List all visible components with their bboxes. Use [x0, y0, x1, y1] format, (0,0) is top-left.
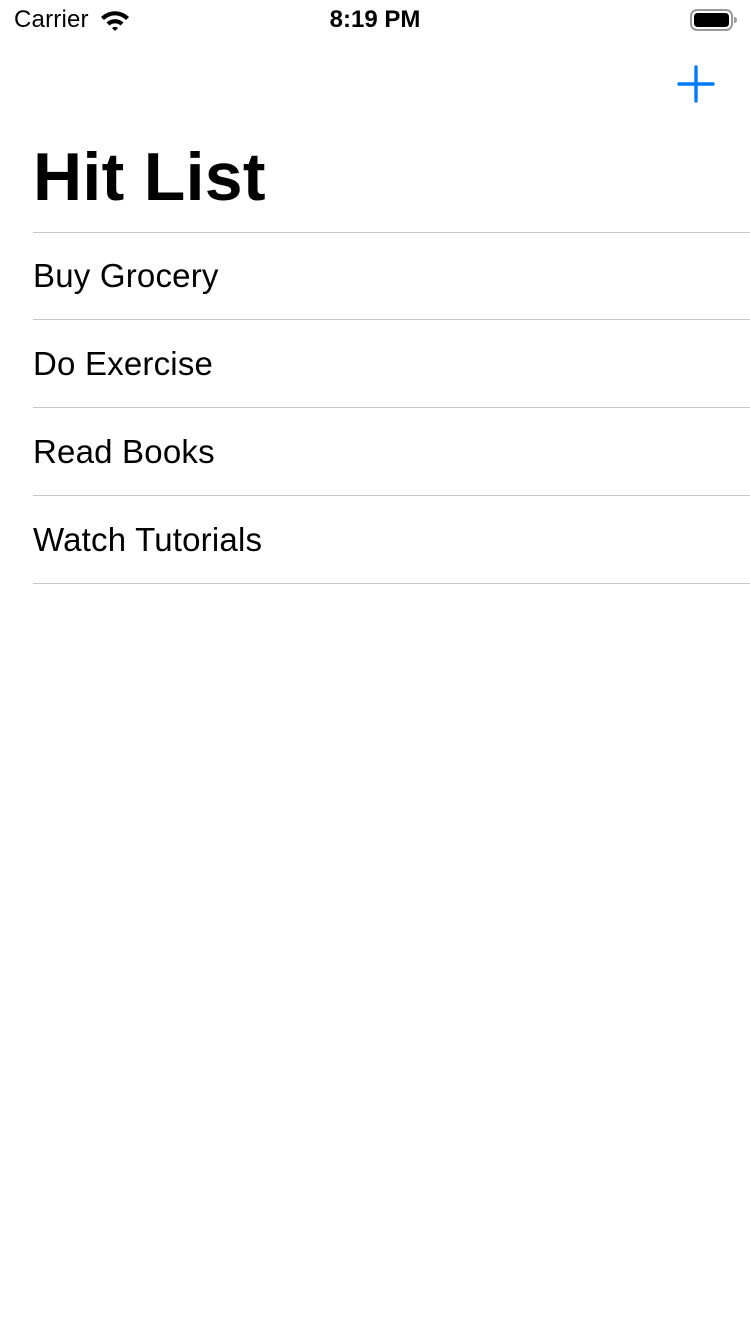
battery-icon: [690, 8, 738, 32]
add-button[interactable]: [672, 60, 720, 108]
status-bar: Carrier 8:19 PM: [0, 0, 750, 40]
list-item[interactable]: Buy Grocery: [0, 232, 750, 320]
list-item[interactable]: Watch Tutorials: [0, 496, 750, 584]
list-item[interactable]: Do Exercise: [0, 320, 750, 408]
hit-list: Buy Grocery Do Exercise Read Books Watch…: [0, 232, 750, 584]
plus-icon: [677, 65, 715, 103]
list-item-label: Do Exercise: [33, 345, 214, 382]
list-separator: [33, 583, 750, 584]
list-item-label: Watch Tutorials: [33, 521, 263, 558]
app-screen: Carrier 8:19 PM Hit List Buy Grocery Do …: [0, 0, 750, 1334]
list-item-label: Read Books: [33, 433, 215, 470]
status-time: 8:19 PM: [329, 6, 421, 33]
list-item-label: Buy Grocery: [33, 257, 219, 294]
page-title: Hit List: [33, 139, 266, 215]
list-item[interactable]: Read Books: [0, 408, 750, 496]
